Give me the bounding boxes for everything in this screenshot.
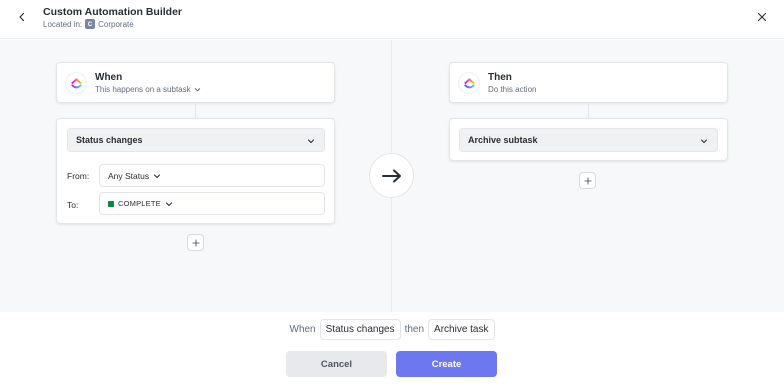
to-status-dropdown[interactable]: COMPLETE [99, 192, 325, 215]
trigger-event-value: Status changes [76, 135, 143, 145]
add-action-button[interactable] [579, 172, 596, 189]
summary-when: When [289, 323, 316, 335]
chevron-down-icon [700, 139, 708, 144]
located-label: Located in: [43, 19, 83, 29]
trigger-event-select[interactable]: Status changes [67, 128, 325, 152]
chevron-down-icon [154, 174, 161, 179]
plus-icon [191, 238, 200, 247]
summary-action-pill: Archive task [428, 318, 495, 340]
trigger-subtitle: This happens on a subtask [95, 85, 191, 94]
page-title: Custom Automation Builder [43, 6, 183, 18]
summary-then: then [404, 323, 425, 335]
add-condition-button[interactable] [187, 234, 204, 251]
action-body-card: Archive subtask [449, 118, 728, 161]
flow-arrow [369, 153, 414, 198]
header: Custom Automation Builder Located in: C … [0, 0, 784, 39]
action-connector [588, 103, 589, 118]
trigger-connector [195, 103, 196, 118]
action-title: Then [488, 72, 512, 83]
from-status-value: Any Status [108, 171, 150, 181]
action-select[interactable]: Archive subtask [459, 128, 718, 152]
from-label: From: [67, 171, 90, 181]
chevron-down-icon [194, 88, 200, 92]
location-breadcrumb: Located in: C Corporate [43, 19, 134, 29]
back-arrow-icon[interactable] [14, 9, 30, 25]
status-color-swatch [108, 200, 114, 207]
trigger-scope-dropdown[interactable]: This happens on a subtask [95, 85, 201, 94]
action-select-value: Archive subtask [468, 135, 538, 145]
right-arrow-icon [381, 169, 401, 182]
close-icon[interactable] [754, 9, 770, 25]
space-name[interactable]: Corporate [98, 20, 134, 29]
chevron-down-icon [165, 201, 172, 206]
plus-icon [583, 176, 592, 185]
chevron-down-icon [307, 139, 315, 144]
clickup-logo-icon [459, 73, 479, 93]
action-header-card: Then Do this action [449, 62, 728, 103]
space-avatar: C [85, 19, 96, 29]
from-status-dropdown[interactable]: Any Status [99, 164, 325, 187]
clickup-logo-icon [66, 73, 86, 93]
trigger-title: When [95, 72, 123, 83]
cancel-button[interactable]: Cancel [286, 351, 387, 377]
create-button[interactable]: Create [396, 351, 497, 377]
trigger-header-card: When This happens on a subtask [56, 62, 335, 103]
trigger-body-card: Status changes From: Any Status To: COMP… [56, 118, 335, 224]
to-status-value: COMPLETE [118, 199, 161, 208]
action-subtitle: Do this action [488, 85, 537, 94]
summary-trigger-pill: Status changes [319, 318, 401, 340]
automation-summary: When Status changes then Archive task [0, 318, 784, 340]
automation-canvas: When This happens on a subtask Status ch… [0, 40, 784, 312]
to-label: To: [67, 200, 79, 210]
